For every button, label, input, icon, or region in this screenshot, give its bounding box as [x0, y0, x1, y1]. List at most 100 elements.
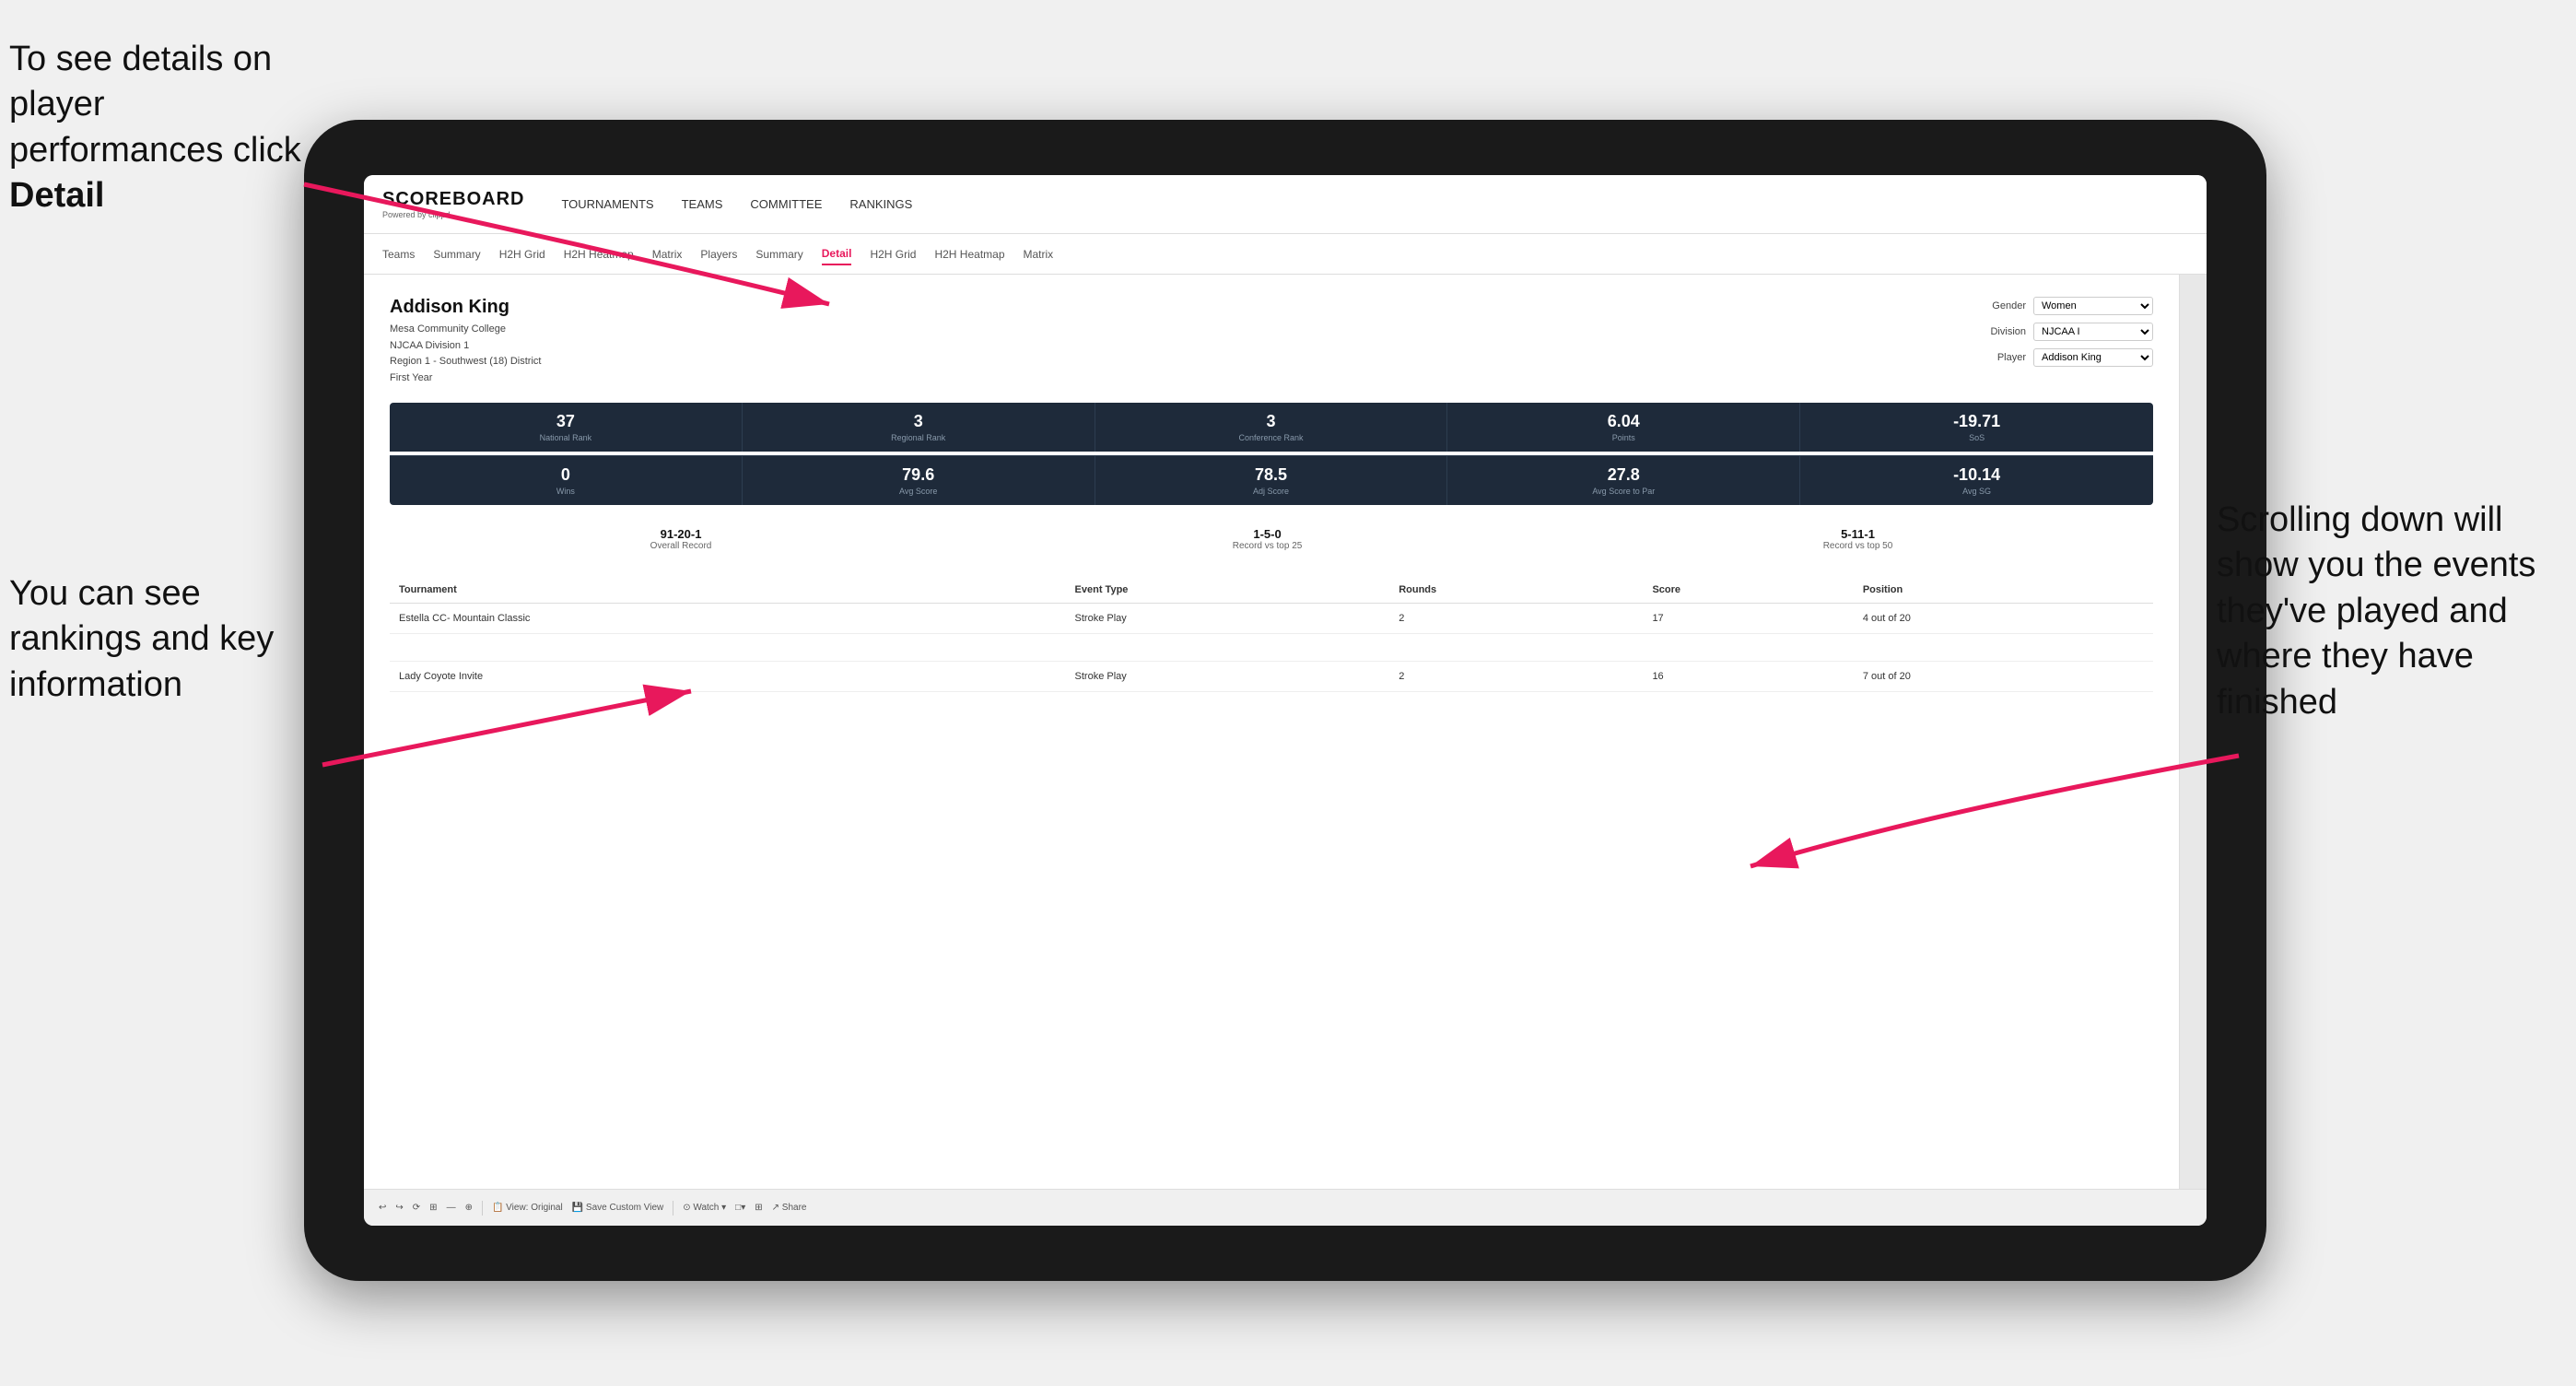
gender-select[interactable]: Women	[2033, 297, 2153, 315]
annotation-bottomleft-text: You can see rankings and key information	[9, 574, 274, 704]
position-3: 7 out of 20	[1854, 662, 2153, 692]
sub-nav: Teams Summary H2H Grid H2H Heatmap Matri…	[364, 234, 2207, 275]
subnav-detail[interactable]: Detail	[822, 243, 852, 265]
stat-regional-rank: 3 Regional Rank	[743, 403, 1095, 452]
player-year: First Year	[390, 372, 432, 383]
tournament-name-3: Lady Coyote Invite	[390, 662, 1066, 692]
annotation-topleft-text: To see details on player performances cl…	[9, 40, 301, 215]
record-top50: 5-11-1 Record vs top 50	[1823, 527, 1893, 551]
event-type-3: Stroke Play	[1066, 662, 1390, 692]
player-region: Region 1 - Southwest (18) District	[390, 356, 541, 367]
subnav-summary2[interactable]: Summary	[755, 244, 802, 264]
toolbar-grid[interactable]: ⊞	[429, 1203, 437, 1213]
logo-sub: Powered by clippd	[382, 210, 524, 219]
stat-points: 6.04 Points	[1447, 403, 1800, 452]
subnav-h2h-grid[interactable]: H2H Grid	[499, 244, 545, 264]
subnav-matrix2[interactable]: Matrix	[1024, 244, 1054, 264]
stat-wins: 0 Wins	[390, 456, 743, 505]
toolbar-save-custom[interactable]: 💾 Save Custom View	[572, 1203, 664, 1213]
score-2	[1643, 634, 1853, 662]
stat-avg-sg: -10.14 Avg SG	[1800, 456, 2153, 505]
player-division: NJCAA Division 1	[390, 340, 469, 351]
player-header: Addison King Mesa Community College NJCA…	[390, 297, 2153, 386]
subnav-summary[interactable]: Summary	[433, 244, 480, 264]
player-control: Player Addison King	[1975, 348, 2153, 367]
division-label: Division	[1975, 326, 2026, 337]
tournament-name-1: Estella CC- Mountain Classic	[390, 604, 1066, 634]
content-area: Addison King Mesa Community College NJCA…	[364, 275, 2207, 1189]
records-row: 91-20-1 Overall Record 1-5-0 Record vs t…	[390, 520, 2153, 558]
toolbar-fullscreen[interactable]: ⊞	[755, 1203, 762, 1213]
stat-avg-score: 79.6 Avg Score	[743, 456, 1095, 505]
col-score: Score	[1643, 577, 1853, 604]
nav-rankings[interactable]: RANKINGS	[849, 194, 912, 215]
table-row: Estella CC- Mountain Classic Stroke Play…	[390, 604, 2153, 634]
position-1: 4 out of 20	[1854, 604, 2153, 634]
player-select[interactable]: Addison King	[2033, 348, 2153, 367]
record-overall: 91-20-1 Overall Record	[650, 527, 712, 551]
col-tournament: Tournament	[390, 577, 1066, 604]
toolbar-view-original[interactable]: 📋 View: Original	[492, 1203, 563, 1213]
player-name: Addison King	[390, 297, 541, 318]
toolbar-share-grid[interactable]: □▾	[735, 1203, 745, 1213]
nav-tournaments[interactable]: TOURNAMENTS	[561, 194, 653, 215]
division-control: Division NJCAA I	[1975, 323, 2153, 341]
logo-title: SCOREBOARD	[382, 189, 524, 210]
rounds-1: 2	[1389, 604, 1643, 634]
gender-label: Gender	[1975, 300, 2026, 311]
tablet-screen: SCOREBOARD Powered by clippd TOURNAMENTS…	[364, 175, 2207, 1226]
col-rounds: Rounds	[1389, 577, 1643, 604]
toolbar-share[interactable]: ↗ Share	[772, 1203, 807, 1213]
bottom-toolbar: ↩ ↪ ⟳ ⊞ — ⊕ 📋 View: Original 💾 Save Cust…	[364, 1189, 2207, 1226]
annotation-bottomleft: You can see rankings and key information	[9, 571, 322, 708]
right-sidebar	[2179, 275, 2207, 1189]
col-position: Position	[1854, 577, 2153, 604]
player-controls: Gender Women Division NJCAA I	[1975, 297, 2153, 367]
toolbar-divider	[482, 1201, 483, 1216]
tournament-table: Tournament Event Type Rounds Score Posit…	[390, 577, 2153, 692]
stat-adj-score: 78.5 Adj Score	[1095, 456, 1448, 505]
stat-national-rank: 37 National Rank	[390, 403, 743, 452]
tournament-name-2	[390, 634, 1066, 662]
stats-grid-row2: 0 Wins 79.6 Avg Score 78.5 Adj Score 27.…	[390, 455, 2153, 505]
subnav-h2h-grid2[interactable]: H2H Grid	[870, 244, 916, 264]
toolbar-minus[interactable]: —	[447, 1203, 456, 1213]
annotation-topleft: To see details on player performances cl…	[9, 37, 322, 219]
stat-conference-rank: 3 Conference Rank	[1095, 403, 1448, 452]
col-event-type: Event Type	[1066, 577, 1390, 604]
event-type-2	[1066, 634, 1390, 662]
rounds-2	[1389, 634, 1643, 662]
table-row: Lady Coyote Invite Stroke Play 2 16 7 ou…	[390, 662, 2153, 692]
toolbar-undo[interactable]: ↩	[379, 1203, 386, 1213]
subnav-players[interactable]: Players	[700, 244, 737, 264]
table-row	[390, 634, 2153, 662]
subnav-h2h-heatmap[interactable]: H2H Heatmap	[564, 244, 634, 264]
toolbar-refresh[interactable]: ⟳	[413, 1203, 420, 1213]
subnav-teams[interactable]: Teams	[382, 244, 415, 264]
top-nav: SCOREBOARD Powered by clippd TOURNAMENTS…	[364, 175, 2207, 234]
stat-sos: -19.71 SoS	[1800, 403, 2153, 452]
score-3: 16	[1643, 662, 1853, 692]
stat-avg-score-par: 27.8 Avg Score to Par	[1447, 456, 1800, 505]
player-info: Addison King Mesa Community College NJCA…	[390, 297, 541, 386]
annotation-bottomright: Scrolling down will show you the events …	[2217, 498, 2567, 725]
event-type-1: Stroke Play	[1066, 604, 1390, 634]
toolbar-add[interactable]: ⊕	[465, 1203, 473, 1213]
logo-area: SCOREBOARD Powered by clippd	[382, 189, 524, 219]
position-2	[1854, 634, 2153, 662]
rounds-3: 2	[1389, 662, 1643, 692]
nav-teams[interactable]: TEAMS	[682, 194, 723, 215]
main-content: Addison King Mesa Community College NJCA…	[364, 275, 2179, 1189]
stats-grid-row1: 37 National Rank 3 Regional Rank 3 Confe…	[390, 403, 2153, 452]
division-select[interactable]: NJCAA I	[2033, 323, 2153, 341]
toolbar-redo[interactable]: ↪	[395, 1203, 403, 1213]
nav-committee[interactable]: COMMITTEE	[750, 194, 822, 215]
subnav-matrix[interactable]: Matrix	[652, 244, 683, 264]
player-school: Mesa Community College	[390, 323, 506, 335]
toolbar-watch[interactable]: ⊙ Watch ▾	[683, 1203, 726, 1213]
subnav-h2h-heatmap2[interactable]: H2H Heatmap	[934, 244, 1004, 264]
record-top25: 1-5-0 Record vs top 25	[1233, 527, 1303, 551]
player-label: Player	[1975, 352, 2026, 363]
annotation-bottomright-text: Scrolling down will show you the events …	[2217, 500, 2535, 722]
gender-control: Gender Women	[1975, 297, 2153, 315]
